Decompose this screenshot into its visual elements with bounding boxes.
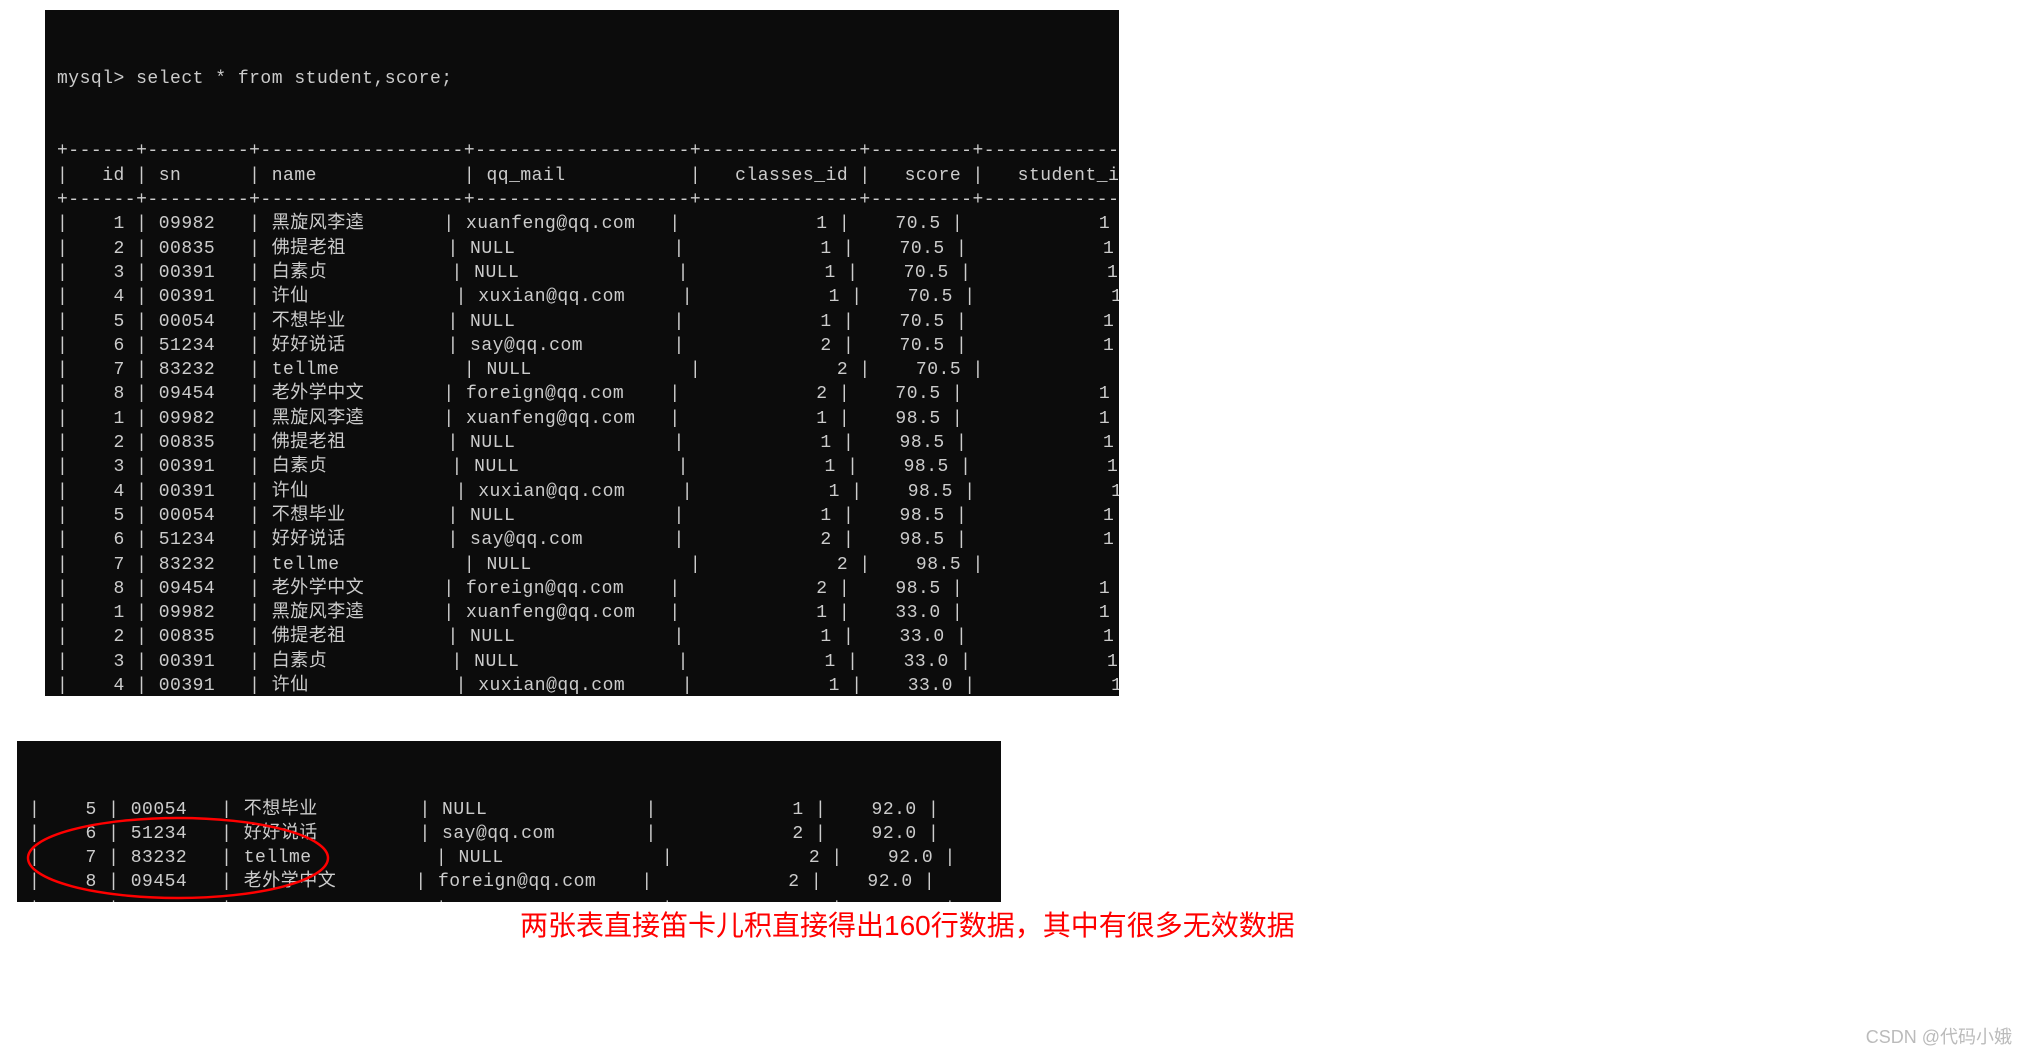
mysql-terminal-top: mysql> select * from student,score; +---… bbox=[45, 10, 1119, 696]
sql-prompt: mysql> select * from student,score; bbox=[57, 67, 1107, 91]
table-output-bottom: | 5 | 00054 | 不想毕业 | NULL | 1 | 92.0 | 7… bbox=[29, 798, 989, 902]
annotation-text: 两张表直接笛卡儿积直接得出160行数据，其中有很多无效数据 bbox=[520, 904, 1295, 944]
table-output-top: +------+---------+------------------+---… bbox=[57, 139, 1107, 696]
mysql-terminal-bottom: | 5 | 00054 | 不想毕业 | NULL | 1 | 92.0 | 7… bbox=[17, 741, 1001, 902]
watermark: CSDN @代码小娥 bbox=[1866, 1023, 2012, 1049]
